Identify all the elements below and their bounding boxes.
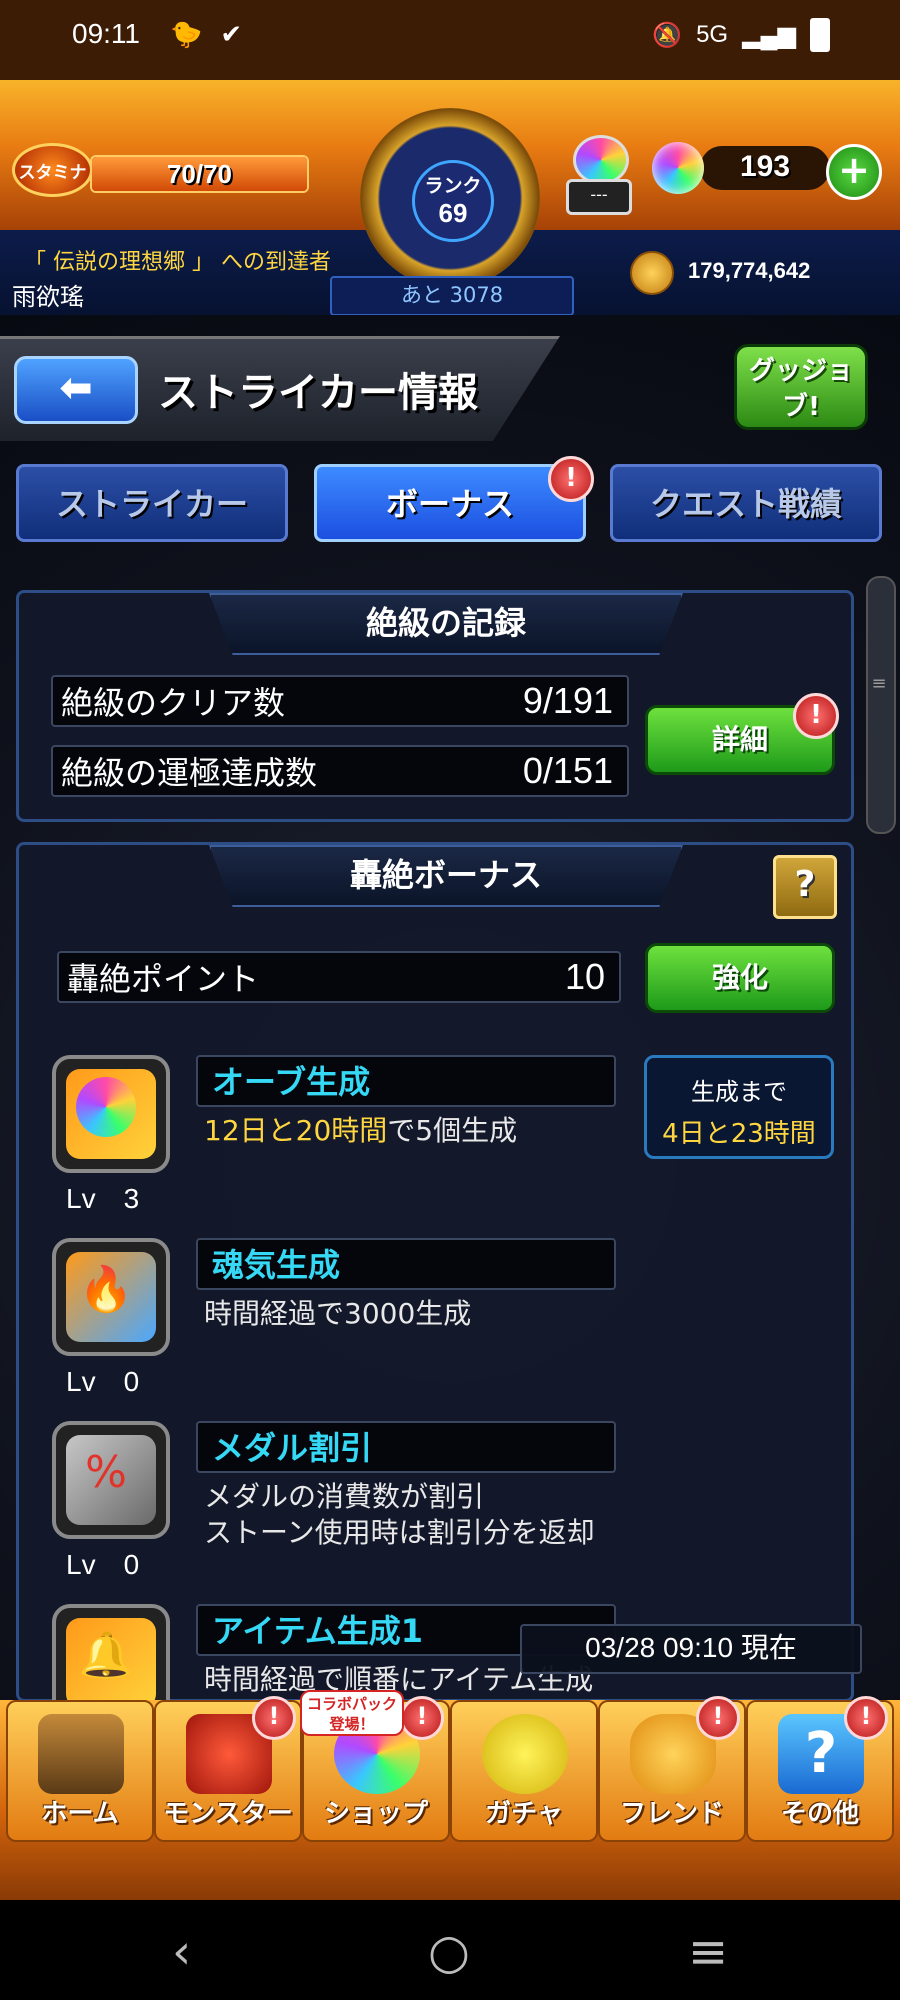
battery-icon [810,18,830,52]
tab-striker[interactable]: ストライカー [16,464,288,542]
friend-alert-icon: ! [696,1696,740,1740]
help-button[interactable]: ? [773,855,837,919]
generate-timer-value: 4日と23時間 [662,1119,816,1149]
bonus-level: Lv 3 [66,1183,140,1214]
bonus-level: Lv 0 [66,1366,140,1397]
scrollbar[interactable]: ≡ [866,576,896,834]
generate-timer-box: 生成まで 4日と23時間 [644,1055,834,1159]
potion-icon[interactable]: --- [566,135,632,215]
bonus-points-label: 轟絶ポイント [67,960,260,998]
bonus-desc: で5個生成 [387,1114,518,1147]
good-job-button[interactable]: グッジョブ! [734,344,868,430]
bonus-name: メダル割引 [196,1421,616,1473]
luck-max-value: 0/151 [522,750,613,791]
tab-bar: ストライカー ボーナス ! クエスト戦績 [16,456,884,544]
orb-generate-icon [52,1055,170,1173]
nav-other[interactable]: ? その他 ! [746,1696,894,1842]
shop-alert-icon: ! [400,1696,444,1740]
network-type: 5G [696,21,729,48]
orb-icon [652,142,704,194]
system-nav-bar: ‹ ○ ≡ [0,1900,900,2000]
detail-alert-icon: ! [793,693,839,739]
luck-max-label: 絶級の運極達成数 [61,754,318,792]
potion-count: --- [566,179,632,215]
timestamp: 03/28 09:10 現在 [520,1624,862,1674]
other-alert-icon: ! [844,1696,888,1740]
rank-label: ランク [424,175,482,197]
coin-count: 179,774,642 [688,258,811,283]
clear-count-label: 絶級のクリア数 [61,684,286,722]
scroll-grip-icon: ≡ [871,673,887,694]
bonus-level: Lv 0 [66,1549,140,1580]
tab-quest-record[interactable]: クエスト戦績 [610,464,882,542]
clear-count-row: 絶級のクリア数 9/191 [51,675,629,727]
chick-notification-icon: 🐤 [170,20,203,50]
nav-monster[interactable]: モンスター ! [154,1696,302,1842]
mute-icon: 🔕 [652,21,683,49]
download-done-icon: ✔ [220,20,243,50]
bonus-name: オーブ生成 [196,1055,616,1107]
collab-pack-tag: コラボパック 登場！ [300,1690,404,1736]
generate-timer-label: 生成まで [691,1078,787,1106]
back-button[interactable]: ⬅ [14,356,138,424]
rank-value: 69 [438,198,468,228]
bottom-nav: ホーム モンスター ! ショップ ! ガチャ フレンド ! ? その他 ! [0,1696,900,1900]
recents-nav-icon[interactable]: ≡ [688,1924,728,1980]
page-title: ストライカー情報 [158,370,478,416]
bonus-points-value: 10 [564,956,605,997]
item-generate-icon: 🔔 [52,1604,170,1700]
records-panel: 絶級の記録 絶級のクリア数 9/191 絶級の運極達成数 0/151 詳細 ! [16,590,854,822]
monster-alert-icon: ! [252,1696,296,1740]
bonus-item-soul[interactable]: 🔥 Lv 0 魂気生成 時間経過で3000生成 [32,1238,832,1398]
bonus-desc: 時間経過で3000生成 [204,1297,472,1330]
clear-count-value: 9/191 [522,680,613,721]
tab-bonus-alert-icon: ! [548,456,594,502]
home-icon [38,1714,124,1794]
upgrade-button[interactable]: 強化 [645,943,835,1013]
bonus-desc-highlight: 12日と20時間 [204,1114,388,1147]
tab-bonus[interactable]: ボーナス [314,464,586,542]
stamina-text: 70/70 [166,159,233,189]
rank-next-exp: あと 3078 [330,276,574,316]
nav-friend[interactable]: フレンド ! [598,1696,746,1842]
bonus-title: 轟絶ボーナス [209,845,683,907]
status-bar: 09:11 🐤 ✔ 🔕 5G ▂▄▆ [0,0,900,80]
bonus-points-row: 轟絶ポイント 10 [57,951,621,1003]
orb-count: 193 [740,150,791,183]
home-nav-icon[interactable]: ○ [428,1924,470,1980]
medal-discount-icon: % [52,1421,170,1539]
bonus-desc: メダルの消費数が割引 ストーン使用時は割引分を返却 [204,1480,595,1549]
status-time: 09:11 [72,18,140,49]
buy-orb-button[interactable]: + [826,144,882,200]
signal-icon: ▂▄▆ [742,21,796,49]
player-name: 雨欲瑤 [12,283,84,311]
soul-generate-icon: 🔥 [52,1238,170,1356]
back-nav-icon[interactable]: ‹ [172,1924,191,1980]
gacha-icon [482,1714,568,1794]
bonus-name: 魂気生成 [196,1238,616,1290]
stamina-bar: 70/70 [90,155,309,193]
player-title: 「 伝説の理想郷 」 への到達者 [24,250,331,275]
nav-home[interactable]: ホーム [6,1700,154,1842]
stamina-icon: スタミナ [12,143,93,197]
records-title: 絶級の記録 [209,593,683,655]
nav-gacha[interactable]: ガチャ [450,1700,598,1842]
rank-ring[interactable]: ランク 69 [360,108,540,288]
coin-icon [630,251,674,295]
bonus-item-medal[interactable]: % Lv 0 メダル割引 メダルの消費数が割引 ストーン使用時は割引分を返却 [32,1421,832,1581]
luck-max-row: 絶級の運極達成数 0/151 [51,745,629,797]
